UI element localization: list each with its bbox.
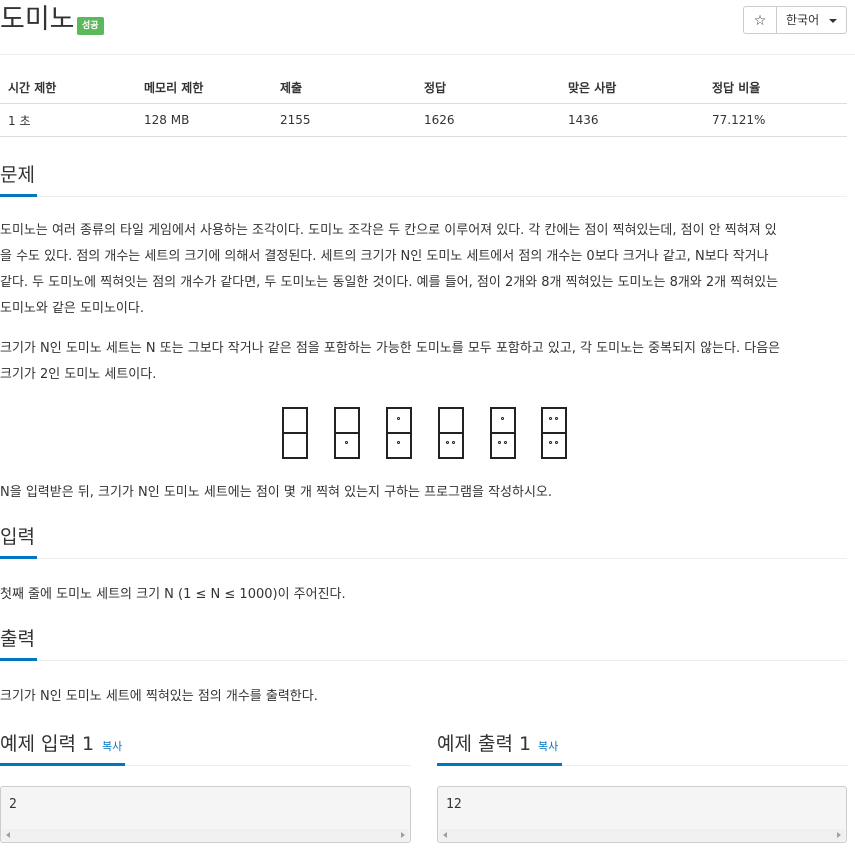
output-description: 크기가 N인 도미노 세트에 찍혀있는 점의 개수를 출력한다.	[0, 689, 318, 704]
language-dropdown[interactable]: 한국어	[777, 6, 847, 34]
sample-input-heading: 예제 입력 1 복사	[0, 731, 411, 766]
domino-pip	[397, 417, 400, 420]
problem-description-paragraph-2: 크기가 N인 도미노 세트는 N 또는 그보다 작거나 같은 점을 포함하는 가…	[0, 336, 850, 388]
title-row: 도미노 성공 ☆ 한국어	[0, 0, 855, 55]
status-badge: 성공	[77, 17, 104, 35]
heading-underline	[0, 556, 37, 559]
domino-tile	[386, 407, 412, 459]
domino-top-half	[543, 409, 565, 432]
column-header: 정답 비율	[704, 72, 847, 104]
domino-tile	[282, 407, 308, 459]
problem-description-paragraph-3: N을 입력받은 뒤, 크기가 N인 도미노 세트에는 점이 몇 개 찍혀 있는지…	[0, 485, 553, 500]
domino-pip	[446, 441, 449, 444]
scroll-left-icon[interactable]	[443, 832, 447, 838]
domino-bottom-half	[336, 434, 358, 457]
domino-pip	[397, 441, 400, 444]
domino-bottom-half	[440, 434, 462, 457]
table-cell: 1 초	[0, 103, 136, 137]
table-row: 1 초 128 MB 2155 1626 1436 77.121%	[0, 103, 847, 137]
text-line: 크기가 N인 도미노 세트는 N 또는 그보다 작거나 같은 점을 포함하는 가…	[0, 341, 781, 356]
domino-tile	[541, 407, 567, 459]
horizontal-scrollbar[interactable]	[439, 829, 845, 841]
table-header-row: 시간 제한 메모리 제한 제출 정답 맞은 사람 정답 비율	[0, 72, 847, 104]
table-cell: 77.121%	[704, 103, 847, 137]
domino-pip	[498, 441, 501, 444]
column-header: 맞은 사람	[560, 72, 704, 104]
chevron-down-icon	[829, 19, 837, 23]
section-title: 입력	[0, 526, 35, 548]
sample-output-value: 12	[446, 797, 462, 812]
table-cell: 128 MB	[136, 103, 272, 137]
problem-section-heading: 문제	[0, 158, 847, 197]
sample-output-heading: 예제 출력 1 복사	[437, 731, 848, 766]
output-section-heading: 출력	[0, 622, 847, 661]
heading-underline	[0, 194, 37, 197]
sample-input-value: 2	[9, 797, 17, 812]
domino-pip	[345, 441, 348, 444]
heading-underline	[437, 763, 562, 766]
domino-top-half	[492, 409, 514, 432]
domino-bottom-half	[388, 434, 410, 457]
star-icon: ☆	[753, 13, 767, 29]
domino-bottom-half	[284, 434, 306, 457]
scroll-right-icon[interactable]	[837, 832, 841, 838]
text-line: 을 수도 있다. 점의 개수는 세트의 크기에 의해서 결정된다. 세트의 크기…	[0, 249, 769, 264]
domino-pip	[555, 417, 558, 420]
domino-top-half	[388, 409, 410, 432]
input-section-heading: 입력	[0, 520, 847, 559]
domino-pip	[501, 417, 504, 420]
sample-input-title: 예제 입력 1	[0, 733, 95, 755]
heading-underline	[0, 763, 125, 766]
copy-sample-input-link[interactable]: 복사	[102, 740, 122, 754]
text-line: 같다. 두 도미노에 찍혀잇는 점의 개수가 같다면, 두 도미노는 동일한 것…	[0, 275, 779, 290]
language-label: 한국어	[786, 13, 820, 27]
section-title: 출력	[0, 628, 35, 650]
domino-pip	[452, 441, 455, 444]
sample-output-box[interactable]: 12	[437, 786, 847, 843]
problem-info-table: 시간 제한 메모리 제한 제출 정답 맞은 사람 정답 비율 1 초 128 M…	[0, 72, 847, 137]
sample-input-box[interactable]: 2	[0, 786, 411, 843]
text-line: 도미노는 여러 종류의 타일 게임에서 사용하는 조각이다. 도미노 조각은 두…	[0, 223, 777, 238]
domino-tile	[334, 407, 360, 459]
horizontal-scrollbar[interactable]	[2, 829, 409, 841]
table-cell: 2155	[272, 103, 416, 137]
table-cell: 1436	[560, 103, 704, 137]
domino-tile	[490, 407, 516, 459]
scroll-right-icon[interactable]	[401, 832, 405, 838]
domino-set-image	[0, 407, 855, 461]
domino-pip	[549, 417, 552, 420]
table-cell: 1626	[416, 103, 560, 137]
heading-underline	[0, 658, 37, 661]
sample-output-title: 예제 출력 1	[437, 733, 532, 755]
domino-top-half	[336, 409, 358, 432]
column-header: 시간 제한	[0, 72, 136, 104]
domino-tile	[438, 407, 464, 459]
page-title: 도미노	[0, 4, 75, 35]
column-header: 정답	[416, 72, 560, 104]
domino-bottom-half	[543, 434, 565, 457]
text-line: 도미노와 같은 도미노이다.	[0, 301, 144, 316]
input-description: 첫째 줄에 도미노 세트의 크기 N (1 ≤ N ≤ 1000)이 주어진다.	[0, 587, 346, 602]
text-line: 크기가 2인 도미노 세트이다.	[0, 367, 157, 382]
problem-description-paragraph-1: 도미노는 여러 종류의 타일 게임에서 사용하는 조각이다. 도미노 조각은 두…	[0, 218, 850, 322]
domino-top-half	[284, 409, 306, 432]
column-header: 제출	[272, 72, 416, 104]
scroll-left-icon[interactable]	[6, 832, 10, 838]
domino-pip	[555, 441, 558, 444]
copy-sample-output-link[interactable]: 복사	[538, 740, 558, 754]
domino-bottom-half	[492, 434, 514, 457]
star-button[interactable]: ☆	[743, 6, 777, 34]
domino-pip	[504, 441, 507, 444]
domino-top-half	[440, 409, 462, 432]
section-title: 문제	[0, 164, 35, 186]
column-header: 메모리 제한	[136, 72, 272, 104]
domino-pip	[549, 441, 552, 444]
